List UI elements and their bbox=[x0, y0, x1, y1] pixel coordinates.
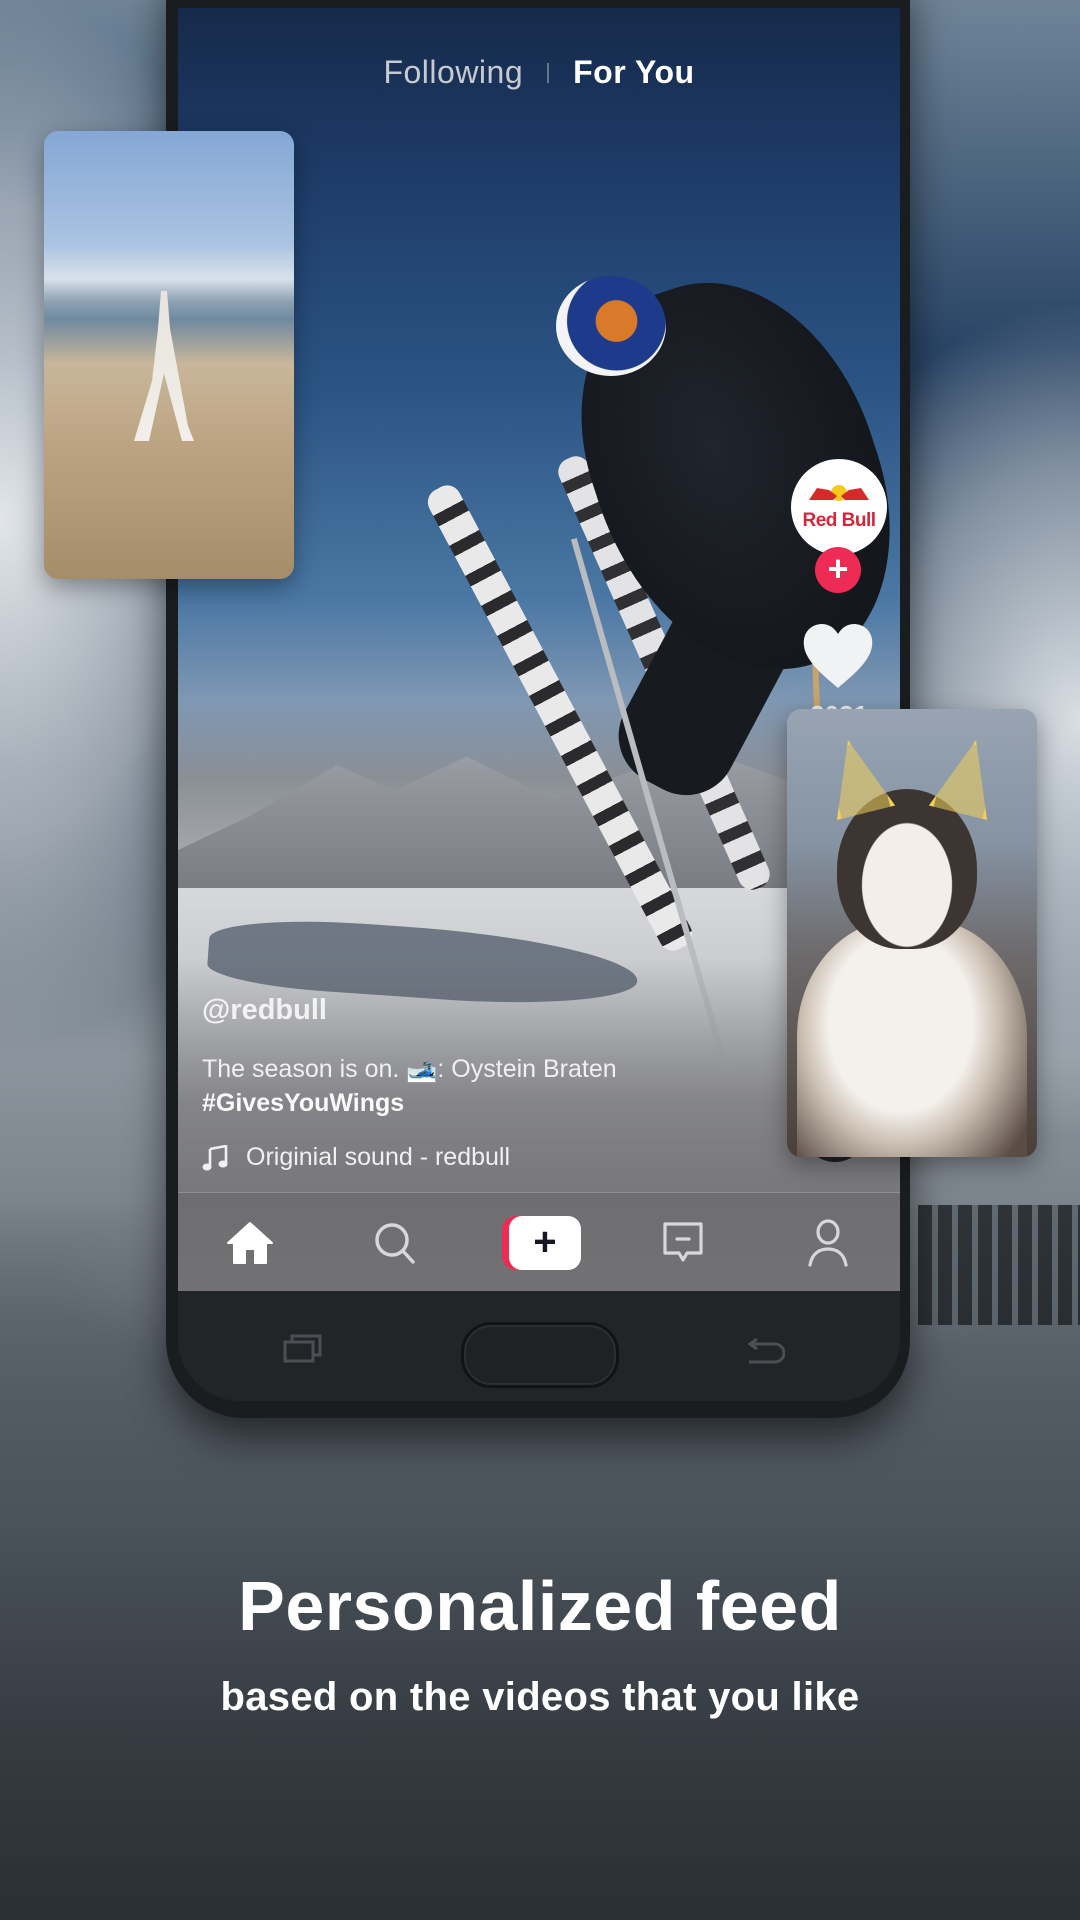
recent-apps-icon[interactable] bbox=[283, 1333, 323, 1363]
plus-icon: + bbox=[508, 1215, 581, 1270]
preview-card-cat bbox=[787, 709, 1037, 1157]
video-caption: The season is on. 🎿: Oystein Braten #Giv… bbox=[202, 1052, 822, 1120]
message-icon bbox=[663, 1221, 703, 1262]
home-icon bbox=[227, 1221, 274, 1264]
filter-ear-icon bbox=[929, 733, 1005, 820]
nav-profile[interactable] bbox=[793, 1213, 863, 1273]
music-note-icon bbox=[202, 1144, 228, 1170]
creator-username[interactable]: @redbull bbox=[202, 994, 327, 1027]
caption-text: The season is on. 🎿: Oystein Braten bbox=[202, 1055, 617, 1083]
feed-tabs: Following For You bbox=[178, 54, 900, 91]
tab-following[interactable]: Following bbox=[383, 54, 523, 91]
hashtag-link[interactable]: #GivesYouWings bbox=[202, 1086, 822, 1120]
sound-link[interactable]: Originial sound - redbull bbox=[202, 1143, 510, 1172]
search-icon bbox=[374, 1222, 415, 1264]
creator-avatar[interactable]: Red Bull bbox=[791, 459, 887, 555]
preview-card-yoga bbox=[44, 131, 294, 579]
profile-icon bbox=[808, 1218, 848, 1267]
home-key[interactable] bbox=[461, 1322, 619, 1388]
create-button[interactable]: + bbox=[501, 1215, 581, 1270]
preview-cat-body bbox=[797, 919, 1027, 1157]
back-icon[interactable] bbox=[745, 1338, 785, 1366]
nav-create[interactable]: + bbox=[501, 1213, 581, 1273]
tab-for-you[interactable]: For You bbox=[573, 54, 694, 91]
sound-label: Originial sound - redbull bbox=[246, 1143, 511, 1171]
tab-divider bbox=[547, 62, 550, 83]
background-fence bbox=[918, 1205, 1080, 1325]
filter-ear-icon bbox=[819, 733, 895, 820]
follow-button[interactable]: + bbox=[815, 547, 861, 593]
promo-subline: based on the videos that you like bbox=[220, 1675, 860, 1719]
nav-discover[interactable] bbox=[360, 1213, 430, 1273]
nav-home[interactable] bbox=[215, 1213, 285, 1273]
promo-headline: Personalized feed bbox=[238, 1567, 842, 1645]
nav-inbox[interactable] bbox=[648, 1213, 718, 1273]
heart-icon[interactable] bbox=[802, 624, 874, 690]
video-skier-helmet bbox=[556, 276, 666, 376]
avatar-brand-text: Red Bull bbox=[802, 510, 876, 531]
preview-yoga-person bbox=[134, 291, 194, 441]
red-bull-logo-icon bbox=[807, 482, 871, 508]
bottom-nav: + bbox=[178, 1192, 900, 1291]
